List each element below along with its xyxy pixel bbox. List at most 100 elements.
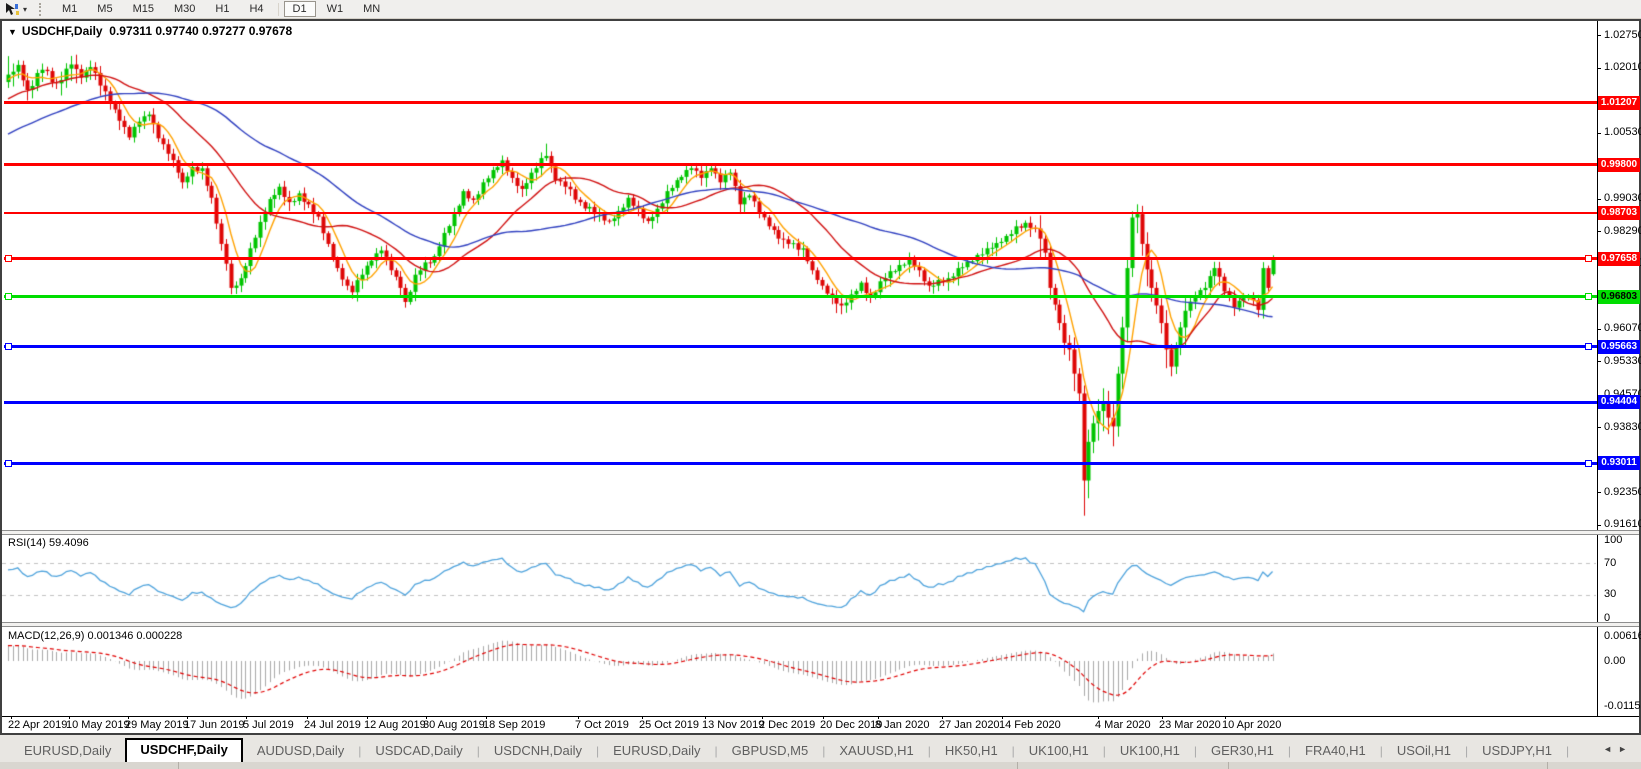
timeframe-button-h1[interactable]: H1 (206, 1, 238, 17)
status-bar-divider (1017, 762, 1018, 769)
price-line-tag: 0.95663 (1598, 340, 1640, 354)
timeframe-button-mn[interactable]: MN (354, 1, 389, 17)
chart-tab-xauusd-h1[interactable]: XAUUSD,H1 (825, 740, 927, 762)
date-axis-label: 12 Aug 2019 (364, 719, 426, 731)
tab-separator: | (1566, 744, 1570, 758)
rsi-axis-tick: 70 (1604, 557, 1617, 569)
price-axis-tick: 1.02010 (1604, 61, 1641, 73)
price-line-tag: 0.93011 (1598, 456, 1640, 470)
timeframe-button-m30[interactable]: M30 (165, 1, 204, 17)
timeframe-button-m15[interactable]: M15 (124, 1, 163, 17)
timeframe-button-w1[interactable]: W1 (318, 1, 353, 17)
date-axis-label: 10 May 2019 (66, 719, 130, 731)
price-axis-tick: 0.93830 (1604, 421, 1641, 433)
price-axis-tick: 0.99030 (1604, 192, 1641, 204)
horizontal-line[interactable] (4, 462, 1597, 465)
line-anchor-marker[interactable] (1585, 293, 1592, 300)
horizontal-line[interactable] (4, 101, 1597, 104)
rsi-axis-tick: 30 (1604, 588, 1617, 600)
price-line-tag: 0.97658 (1598, 252, 1640, 266)
timeframe-toolbar: M1 M5 M15 M30 H1 H4 D1 W1 MN (52, 1, 390, 17)
price-axis-tick: 0.92350 (1604, 486, 1641, 498)
date-axis-label: 2 Dec 2019 (759, 719, 816, 731)
timeframe-button-m5[interactable]: M5 (88, 1, 121, 17)
date-axis-line (2, 716, 1639, 717)
horizontal-line[interactable] (4, 257, 1597, 260)
horizontal-line[interactable] (4, 295, 1597, 298)
chart-tab-usdchf-daily[interactable]: USDCHF,Daily (125, 738, 243, 762)
date-axis-label: 4 Mar 2020 (1095, 719, 1151, 731)
date-axis-label: 29 May 2019 (125, 719, 189, 731)
date-axis-label: 23 Mar 2020 (1159, 719, 1221, 731)
chart-tab-eurusd-daily[interactable]: EURUSD,Daily (10, 740, 125, 762)
timeframe-button-h4[interactable]: H4 (240, 1, 272, 17)
timeframe-button-d1[interactable]: D1 (283, 1, 316, 17)
line-anchor-marker[interactable] (1585, 343, 1592, 350)
rsi-indicator-canvas[interactable] (2, 534, 1596, 622)
macd-indicator-label: MACD(12,26,9) 0.001346 0.000228 (8, 630, 183, 642)
cursor-chart-icon (6, 2, 19, 15)
date-axis-label: 10 Apr 2020 (1222, 719, 1282, 731)
line-anchor-marker[interactable] (5, 343, 12, 350)
chart-tab-usdcad-daily[interactable]: USDCAD,Daily (361, 740, 476, 762)
chart-tab-fra40-h1[interactable]: FRA40,H1 (1291, 740, 1380, 762)
date-axis-label: 25 Oct 2019 (639, 719, 699, 731)
toolbar-group-separator (277, 2, 279, 16)
date-axis-label: 17 Jun 2019 (184, 719, 245, 731)
crosshair-tool-button[interactable]: ▾ (3, 1, 29, 18)
date-axis-label: 8 Jan 2020 (875, 719, 930, 731)
price-axis-tick: 0.96070 (1604, 322, 1641, 334)
date-axis-label: 20 Dec 2019 (820, 719, 883, 731)
chart-tab-gbpusd-m5[interactable]: GBPUSD,M5 (718, 740, 823, 762)
price-axis-line (1597, 21, 1598, 717)
chart-tab-audusd-daily[interactable]: AUDUSD,Daily (243, 740, 358, 762)
chart-tab-bar: EURUSD,Daily USDCHF,Daily AUDUSD,Daily | USD… (0, 735, 1641, 762)
dropdown-caret-icon[interactable]: ▾ (23, 5, 27, 14)
chart-symbol-label: USDCHF,Daily (21, 24, 103, 38)
line-anchor-marker[interactable] (5, 460, 12, 467)
line-anchor-marker[interactable] (5, 293, 12, 300)
chart-tab-hk50-h1[interactable]: HK50,H1 (931, 740, 1012, 762)
date-axis-label: 30 Aug 2019 (423, 719, 485, 731)
price-axis-tick: 1.02750 (1604, 29, 1641, 41)
date-axis-label: 14 Feb 2020 (999, 719, 1061, 731)
line-anchor-marker[interactable] (1585, 255, 1592, 262)
collapse-arrow-icon[interactable]: ▼ (8, 27, 17, 37)
chart-tab-usoil-h1[interactable]: USOil,H1 (1383, 740, 1465, 762)
tab-scroll-arrows[interactable]: ◄► (1603, 744, 1633, 754)
date-axis-label: 13 Nov 2019 (702, 719, 765, 731)
horizontal-line[interactable] (4, 163, 1597, 166)
pane-splitter-macd[interactable] (2, 622, 1639, 627)
timeframe-button-m1[interactable]: M1 (53, 1, 86, 17)
macd-axis-tick: 0.00 (1604, 655, 1626, 667)
chart-tab-uk100-h1[interactable]: UK100,H1 (1106, 740, 1194, 762)
tab-scroll-right-icon[interactable]: ► (1618, 744, 1633, 754)
date-axis-label: 5 Jul 2019 (243, 719, 294, 731)
horizontal-line[interactable] (4, 212, 1597, 214)
horizontal-line[interactable] (4, 345, 1597, 348)
main-chart-canvas[interactable] (2, 21, 1596, 529)
chart-tab-usdjpy-h1[interactable]: USDJPY,H1 (1468, 740, 1566, 762)
price-line-tag: 0.98703 (1598, 206, 1640, 220)
line-anchor-marker[interactable] (1585, 460, 1592, 467)
status-bar-divider (178, 762, 179, 769)
macd-indicator-canvas[interactable] (2, 627, 1596, 716)
chart-tab-usdcnh-daily[interactable]: USDCNH,Daily (480, 740, 596, 762)
pane-splitter-rsi[interactable] (2, 530, 1639, 535)
price-axis-tick: 0.91610 (1604, 518, 1641, 530)
status-bar-divider (1228, 762, 1229, 769)
line-anchor-marker[interactable] (5, 255, 12, 262)
price-axis-tick: 1.00530 (1604, 126, 1641, 138)
macd-axis-tick: -0.011531 (1604, 700, 1641, 712)
date-axis-label: 7 Oct 2019 (575, 719, 629, 731)
chart-tab-eurusd-daily[interactable]: EURUSD,Daily (599, 740, 714, 762)
tab-scroll-left-icon[interactable]: ◄ (1603, 744, 1618, 754)
horizontal-line[interactable] (4, 401, 1597, 404)
chart-tab-uk100-h1[interactable]: UK100,H1 (1015, 740, 1103, 762)
date-axis-label: 27 Jan 2020 (939, 719, 1000, 731)
price-line-tag: 0.99800 (1598, 158, 1640, 172)
macd-axis-tick: 0.006167 (1604, 630, 1641, 642)
chart-ohlc-values: 0.97311 0.97740 0.97277 0.97678 (109, 24, 293, 38)
price-line-tag: 0.94404 (1598, 395, 1640, 409)
chart-tab-ger30-h1[interactable]: GER30,H1 (1197, 740, 1288, 762)
